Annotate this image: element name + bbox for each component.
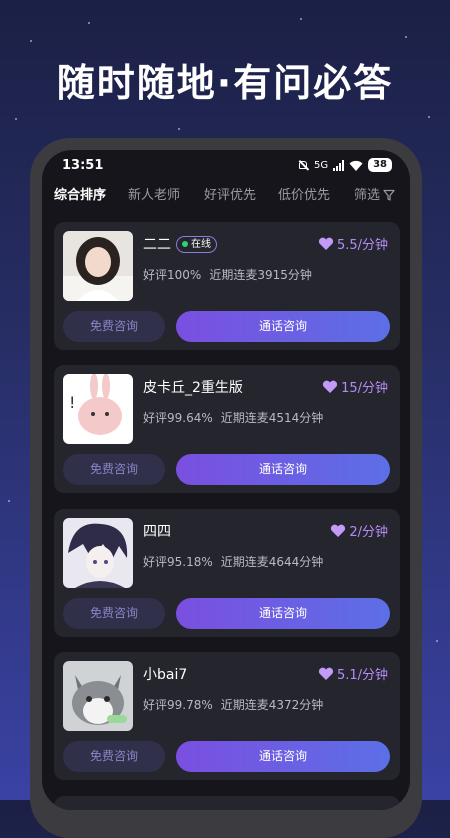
online-badge: 在线 xyxy=(176,235,217,253)
price-text: 5.5/分钟 xyxy=(336,238,388,253)
tab-new-teachers[interactable]: 新人老师 xyxy=(128,184,180,203)
filter-label: 筛选 xyxy=(354,188,381,203)
online-dot xyxy=(182,241,188,247)
avatar xyxy=(63,661,133,731)
price-text: 5.1/分钟 xyxy=(336,668,388,683)
price: 2/分钟 xyxy=(330,521,388,540)
consultant-card[interactable]: 二二 在线 5.5/分钟 好评100% 近期连麦3915分钟 免费咨询 通话咨询 xyxy=(54,222,400,350)
consultant-stats: 好评100% 近期连麦3915分钟 xyxy=(143,266,320,283)
call-consult-button[interactable]: 通话咨询 xyxy=(176,598,390,629)
rating-text: 好评100% xyxy=(143,268,202,282)
consultant-name-text: 二二 xyxy=(143,237,171,253)
price: 5.1/分钟 xyxy=(318,664,388,683)
free-consult-button[interactable]: 免费咨询 xyxy=(63,741,165,772)
minutes-text: 近期连麦4644分钟 xyxy=(220,555,324,569)
minutes-text: 近期连麦4514分钟 xyxy=(220,411,324,425)
free-consult-button[interactable]: 免费咨询 xyxy=(63,598,165,629)
tab-good-reviews[interactable]: 好评优先 xyxy=(204,184,256,203)
free-consult-button[interactable]: 免费咨询 xyxy=(63,454,165,485)
star-decoration xyxy=(8,500,10,502)
minutes-text: 近期连麦4372分钟 xyxy=(220,698,324,712)
status-icons: 5G 38 xyxy=(298,158,392,172)
tab-comprehensive[interactable]: 综合排序 xyxy=(54,184,106,203)
sort-tabs: 综合排序 新人老师 好评优先 低价优先 筛选 xyxy=(42,184,410,210)
rating-text: 好评99.78% xyxy=(143,698,213,712)
promo-headline: 随时随地·有问必答 xyxy=(56,61,394,105)
status-time: 13:51 xyxy=(62,158,104,173)
signal-icon xyxy=(333,159,345,171)
price-text: 15/分钟 xyxy=(341,381,388,396)
network-type: 5G xyxy=(313,159,329,171)
svg-text:!: ! xyxy=(69,393,75,412)
price: 15/分钟 xyxy=(322,377,388,396)
consultant-stats: 好评99.78% 近期连麦4372分钟 xyxy=(143,696,331,713)
phone-screen: 13:51 5G 38 综合排序 新人老师 好评优先 低价优先 筛选 二二 在线… xyxy=(42,150,410,810)
consultant-name: 小bai7 xyxy=(143,664,187,684)
consultant-name: 皮卡丘_2重生版 xyxy=(143,377,243,397)
mute-icon xyxy=(298,160,309,171)
call-consult-button[interactable]: 通话咨询 xyxy=(176,311,390,342)
star-decoration xyxy=(88,22,90,24)
call-consult-button[interactable]: 通话咨询 xyxy=(176,741,390,772)
star-decoration xyxy=(15,118,17,120)
tab-low-price[interactable]: 低价优先 xyxy=(278,184,330,203)
consultant-name: 二二 在线 xyxy=(143,234,217,254)
rating-text: 好评95.18% xyxy=(143,555,213,569)
consultant-stats: 好评99.64% 近期连麦4514分钟 xyxy=(143,409,331,426)
status-bar: 13:51 5G 38 xyxy=(42,156,410,178)
consultant-name-text: 四四 xyxy=(143,524,171,540)
consultant-card[interactable]: 四四 2/分钟 好评95.18% 近期连麦4644分钟 免费咨询 通话咨询 xyxy=(54,509,400,637)
price-text: 2/分钟 xyxy=(349,525,388,540)
minutes-text: 近期连麦3915分钟 xyxy=(209,268,312,282)
consultant-card[interactable]: ! 皮卡丘_2重生版 15/分钟 好评99.64% 近期连麦4514分钟 免费咨询… xyxy=(54,365,400,493)
consultant-card-partial[interactable] xyxy=(54,796,400,810)
star-decoration xyxy=(405,36,407,38)
consultant-card[interactable]: 小bai7 5.1/分钟 好评99.78% 近期连麦4372分钟 免费咨询 通话咨… xyxy=(54,652,400,780)
consultant-stats: 好评95.18% 近期连麦4644分钟 xyxy=(143,553,331,570)
heart-icon xyxy=(318,237,334,250)
star-decoration xyxy=(300,18,302,20)
consultant-name: 四四 xyxy=(143,521,171,541)
consultant-name-text: 皮卡丘_2重生版 xyxy=(143,380,243,396)
star-decoration xyxy=(178,128,180,130)
avatar xyxy=(63,231,133,301)
heart-icon xyxy=(318,667,334,680)
heart-icon xyxy=(322,380,338,393)
call-consult-button[interactable]: 通话咨询 xyxy=(176,454,390,485)
star-decoration xyxy=(436,640,438,642)
online-label: 在线 xyxy=(191,238,211,250)
price: 5.5/分钟 xyxy=(318,234,388,253)
heart-icon xyxy=(331,524,346,537)
avatar xyxy=(63,518,133,588)
wifi-icon xyxy=(349,160,363,171)
free-consult-button[interactable]: 免费咨询 xyxy=(63,311,165,342)
avatar: ! xyxy=(63,374,133,444)
battery-indicator: 38 xyxy=(368,158,392,172)
star-decoration xyxy=(30,40,32,42)
consultant-name-text: 小bai7 xyxy=(143,667,188,683)
filter-icon xyxy=(383,189,395,201)
rating-text: 好评99.64% xyxy=(143,411,213,425)
star-decoration xyxy=(428,116,430,118)
tab-filter[interactable]: 筛选 xyxy=(354,184,395,203)
